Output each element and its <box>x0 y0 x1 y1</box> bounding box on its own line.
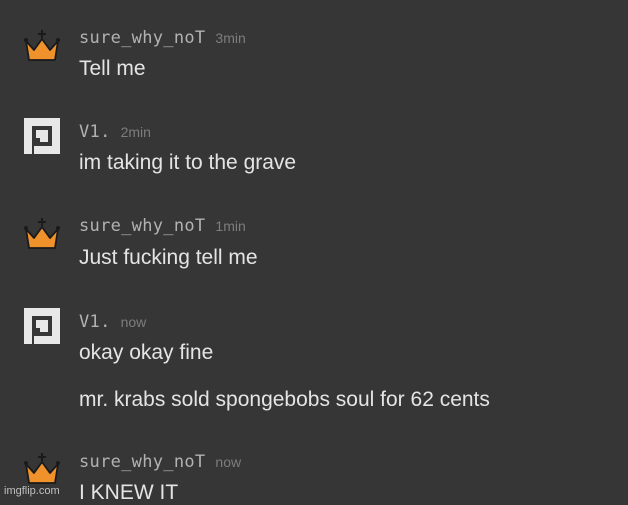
username[interactable]: sure_why_noT <box>79 216 205 236</box>
timestamp: now <box>215 454 242 470</box>
imgflip-watermark: imgflip.com <box>4 485 60 497</box>
message-text: im taking it to the grave <box>79 151 297 174</box>
crown-icon[interactable] <box>22 449 62 489</box>
v1-logo-icon[interactable] <box>22 306 62 346</box>
username[interactable]: V1. <box>79 312 111 332</box>
v1-logo-icon[interactable] <box>22 116 62 156</box>
username[interactable]: V1. <box>79 122 111 142</box>
username[interactable]: sure_why_noT <box>79 452 205 472</box>
message-text: Just fucking tell me <box>79 246 258 269</box>
timestamp: 3min <box>215 30 246 46</box>
username[interactable]: sure_why_noT <box>79 28 205 48</box>
crown-icon[interactable] <box>22 214 62 254</box>
message-header: V1. now <box>79 312 146 332</box>
chat-log: sure_why_noT 3min Tell me V1. 2min im taki… <box>0 0 628 504</box>
message-header: sure_why_noT now <box>79 452 241 472</box>
timestamp: 2min <box>120 124 151 140</box>
message-header: sure_why_noT 1min <box>79 216 246 236</box>
timestamp: 1min <box>215 218 246 234</box>
message-header: sure_why_noT 3min <box>79 28 246 48</box>
message-text: mr. krabs sold spongebobs soul for 62 ce… <box>79 388 490 411</box>
message-text: okay okay fine <box>79 341 214 364</box>
message-header: V1. 2min <box>79 122 151 142</box>
message-text: Tell me <box>79 57 146 80</box>
crown-icon[interactable] <box>22 26 62 66</box>
timestamp: now <box>120 314 147 330</box>
message-text: I KNEW IT <box>79 481 179 504</box>
